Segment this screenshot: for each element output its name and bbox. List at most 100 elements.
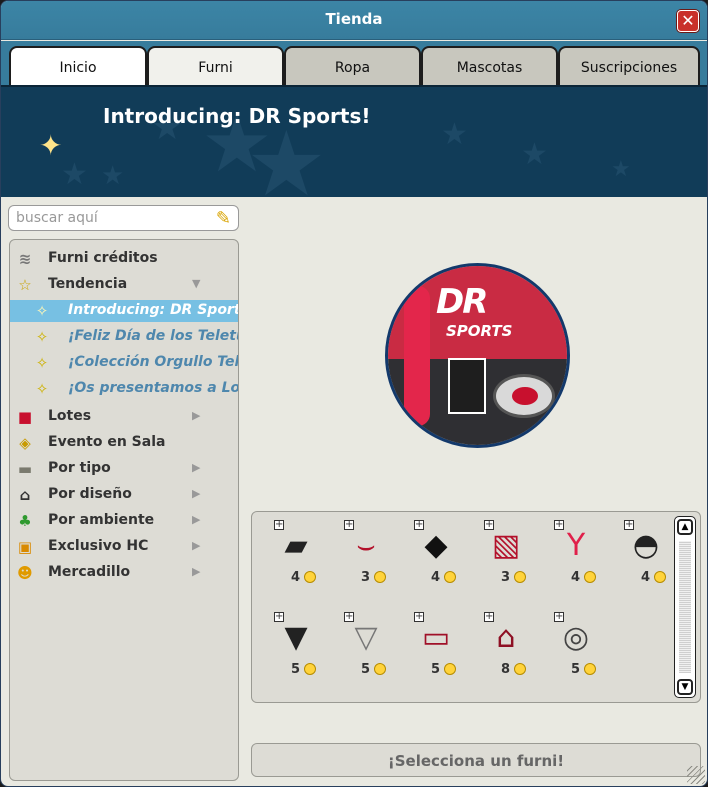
- sidebar-item-exclusivo-hc[interactable]: ▣ Exclusivo HC ▶: [10, 536, 238, 558]
- sidebar-item-label: ¡Colección Orgullo Teletubbies: [68, 354, 238, 370]
- scroll-down-icon[interactable]: ▼: [677, 679, 693, 695]
- sidebar-item-label: Furni créditos: [48, 250, 158, 266]
- furni-item-black-bag[interactable]: + ▰ 4: [260, 516, 322, 602]
- tab-inicio[interactable]: Inicio: [9, 46, 147, 85]
- sidebar-item-por-diseno[interactable]: ⌂ Por diseño ▶: [10, 484, 238, 506]
- furni-preview-image: DR SPORTS: [385, 263, 570, 448]
- furni-item-black-shirt[interactable]: + ▼ 5: [260, 608, 322, 694]
- catalog-window: Tienda ✕ Inicio Furni Ropa Mascotas Susc…: [0, 0, 708, 787]
- preview-rug: [493, 374, 555, 418]
- pencil-icon[interactable]: ✎: [216, 208, 231, 229]
- item-price: 5: [430, 662, 440, 677]
- sidebar-item-tendencia[interactable]: ☆ Tendencia ▼: [10, 274, 238, 296]
- grid-scrollbar[interactable]: ▲ ▼: [674, 516, 696, 698]
- plant-icon: ♣: [18, 512, 32, 530]
- sidebar-item-label: Por ambiente: [48, 512, 155, 528]
- sidebar-item-label: Por tipo: [48, 460, 111, 476]
- chevron-right-icon: ▶: [192, 487, 201, 500]
- sidebar-item-introducing-dr-sports[interactable]: ✧ Introducing: DR Sports!: [10, 300, 238, 322]
- sparkle-icon: ✦: [39, 129, 63, 162]
- white-shirt-icon: ▽: [354, 620, 378, 655]
- resize-grip-icon[interactable]: [687, 766, 705, 784]
- hc-icon: ▣: [17, 538, 33, 556]
- item-price: 4: [640, 570, 650, 585]
- sidebar-item-por-ambiente[interactable]: ♣ Por ambiente ▶: [10, 510, 238, 532]
- item-price: 4: [570, 570, 580, 585]
- sidebar-item-label: ¡Os presentamos a Los Teletubbies: [68, 380, 238, 396]
- furni-item-ball-rug[interactable]: + ◎ 5: [540, 608, 602, 694]
- furni-item-black-tile[interactable]: + ◆ 4: [400, 516, 462, 602]
- box-icon: ■: [17, 408, 33, 426]
- sidebar-item-os-presentamos[interactable]: ✧ ¡Os presentamos a Los Teletubbies: [10, 378, 238, 400]
- map-icon: ◈: [19, 434, 31, 452]
- title-bar[interactable]: Tienda ✕: [1, 1, 707, 40]
- star-icon: ★: [441, 117, 468, 152]
- chevron-right-icon: ▶: [192, 565, 201, 578]
- chevron-right-icon: ▶: [192, 539, 201, 552]
- tab-ropa[interactable]: Ropa: [284, 46, 421, 85]
- banner-title: Introducing: DR Sports!: [103, 104, 371, 128]
- furni-grid: + ▰ 4 + ⌣ 3 + ◆ 4 + ▧ 3 + Y 4 + ◓ 4 + ▼ …: [251, 511, 701, 703]
- star-icon: ★: [61, 157, 88, 192]
- tab-suscripciones[interactable]: Suscripciones: [558, 46, 700, 85]
- scroll-up-icon[interactable]: ▲: [677, 519, 693, 535]
- star-icon: ★: [101, 161, 125, 191]
- catalog-sidebar: ≋ Furni créditos ☆ Tendencia ▼ ✧ Introdu…: [9, 239, 239, 781]
- coin-icon: [514, 663, 526, 675]
- furni-item-garland[interactable]: + ⌣ 3: [330, 516, 392, 602]
- search-placeholder: buscar aquí: [16, 210, 98, 226]
- chevron-down-icon: ▼: [192, 277, 201, 290]
- item-price: 5: [290, 662, 300, 677]
- tab-mascotas[interactable]: Mascotas: [421, 46, 558, 85]
- sneaker-box-icon: ▭: [421, 620, 451, 655]
- star-outline-icon: ☆: [18, 276, 32, 294]
- sidebar-item-coleccion-orgullo[interactable]: ✧ ¡Colección Orgullo Teletubbies: [10, 352, 238, 374]
- sparkle-icon: ✧: [35, 328, 49, 346]
- sidebar-item-lotes[interactable]: ■ Lotes ▶: [10, 406, 238, 428]
- furni-item-red-fan[interactable]: + Y 4: [540, 516, 602, 602]
- red-fan-icon: Y: [566, 528, 586, 563]
- window-title: Tienda: [325, 10, 383, 28]
- furni-item-cap-hanger[interactable]: + ◓ 4: [610, 516, 672, 602]
- tab-furni[interactable]: Furni: [147, 46, 284, 85]
- sofa-icon: ▬: [17, 460, 33, 478]
- item-price: 4: [430, 570, 440, 585]
- scroll-track[interactable]: [679, 541, 691, 673]
- trade-icon: ☻: [17, 564, 33, 582]
- chevron-right-icon: ▶: [192, 513, 201, 526]
- sparkle-icon: ✧: [35, 302, 49, 320]
- furni-item-white-shirt[interactable]: + ▽ 5: [330, 608, 392, 694]
- star-icon: ★: [521, 137, 548, 172]
- sidebar-item-label: Por diseño: [48, 486, 132, 502]
- sparkle-icon: ✧: [35, 354, 49, 372]
- coin-icon: [304, 663, 316, 675]
- furni-item-dr-poster[interactable]: + ▧ 3: [470, 516, 532, 602]
- sidebar-item-mercadillo[interactable]: ☻ Mercadillo ▶: [10, 562, 238, 584]
- coin-icon: [444, 663, 456, 675]
- sidebar-item-por-tipo[interactable]: ▬ Por tipo ▶: [10, 458, 238, 480]
- item-price: 3: [360, 570, 370, 585]
- furni-item-sneaker-box[interactable]: + ▭ 5: [400, 608, 462, 694]
- sidebar-item-evento-en-sala[interactable]: ◈ Evento en Sala: [10, 432, 238, 454]
- sparkle-icon: ✧: [35, 380, 49, 398]
- coin-icon: [514, 571, 526, 583]
- sidebar-item-furni-creditos[interactable]: ≋ Furni créditos: [10, 248, 238, 270]
- coin-icon: [654, 571, 666, 583]
- sidebar-item-label: Introducing: DR Sports!: [68, 302, 238, 318]
- preview-stand: [404, 286, 430, 426]
- item-price: 8: [500, 662, 510, 677]
- coin-icon: [444, 571, 456, 583]
- coin-icon: [374, 663, 386, 675]
- coin-icon: [304, 571, 316, 583]
- item-price: 5: [360, 662, 370, 677]
- furni-item-stall[interactable]: + ⌂ 8: [470, 608, 532, 694]
- close-button[interactable]: ✕: [677, 10, 699, 32]
- select-furni-button[interactable]: ¡Selecciona un furni!: [251, 743, 701, 777]
- cap-hanger-icon: ◓: [632, 528, 660, 563]
- coin-icon: [584, 663, 596, 675]
- sidebar-item-feliz-dia-teletubbies[interactable]: ✧ ¡Feliz Día de los Teletubbies: [10, 326, 238, 348]
- item-price: 3: [500, 570, 510, 585]
- sidebar-item-label: ¡Feliz Día de los Teletubbies: [68, 328, 238, 344]
- search-field[interactable]: buscar aquí ✎: [8, 205, 239, 231]
- ball-rug-icon: ◎: [562, 620, 590, 655]
